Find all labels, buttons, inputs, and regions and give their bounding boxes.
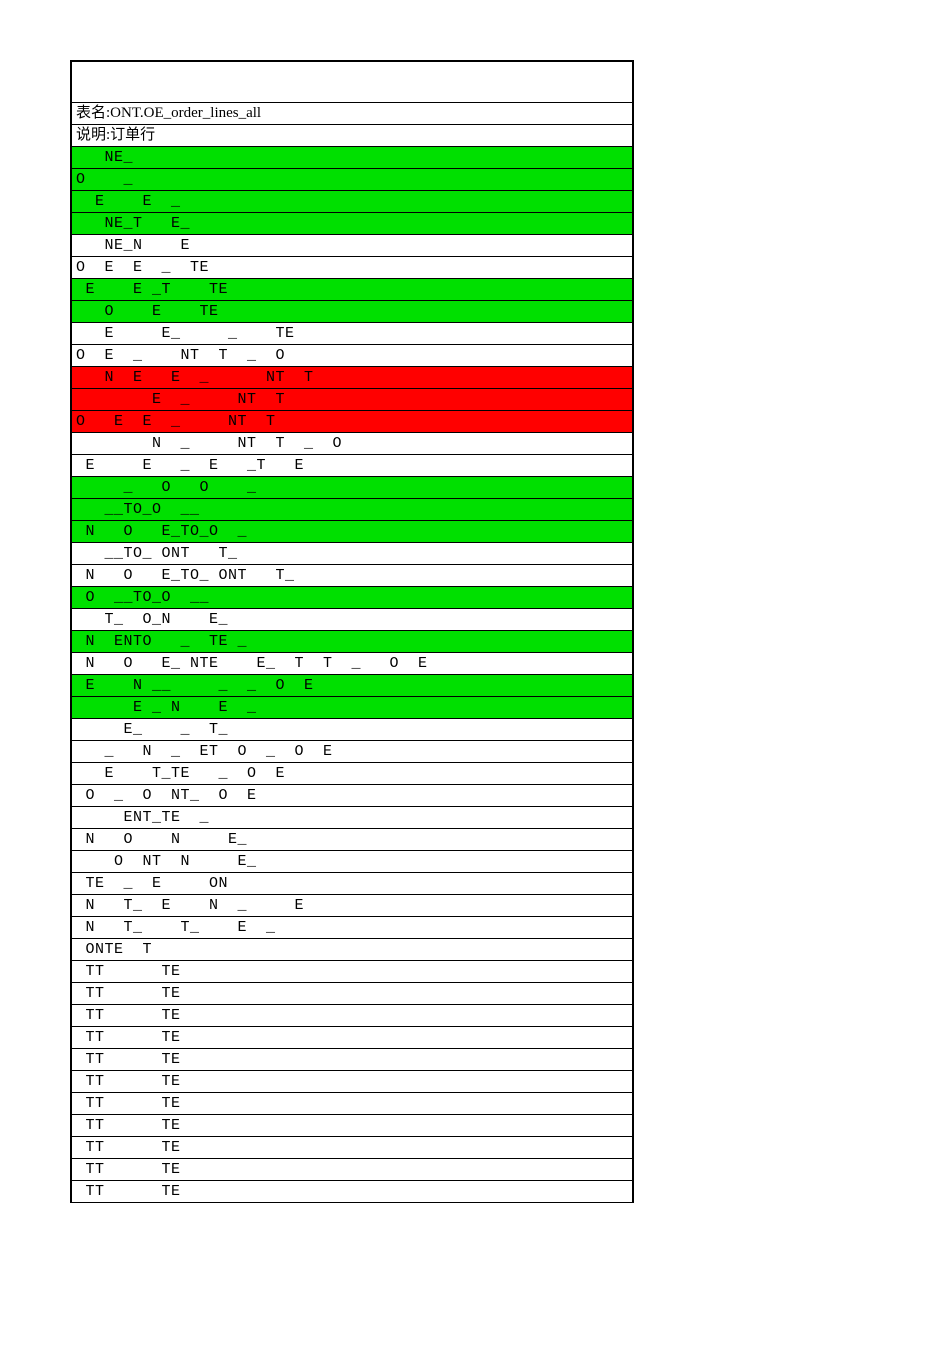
- table-row: E _ NT T: [72, 389, 632, 411]
- table-row: _ O O _: [72, 477, 632, 499]
- table-row: TT TE: [72, 1027, 632, 1049]
- table-row: N O E_ NTE E_ T T _ O E: [72, 653, 632, 675]
- table-row: O __TO_O __: [72, 587, 632, 609]
- table-row: E T_TE _ O E: [72, 763, 632, 785]
- table-row: N E E _ NT T: [72, 367, 632, 389]
- table-row: E N __ _ _ O E: [72, 675, 632, 697]
- schema-table: 表名:ONT.OE_order_lines_all 说明:订单行 NE_O _ …: [70, 60, 634, 1203]
- table-row: NE_: [72, 147, 632, 169]
- table-row: TT TE: [72, 1005, 632, 1027]
- table-row: N T_ E N _ E: [72, 895, 632, 917]
- table-row: E E_ _ TE: [72, 323, 632, 345]
- table-row: _ N _ ET O _ O E: [72, 741, 632, 763]
- table-row: TT TE: [72, 1181, 632, 1203]
- table-row: TT TE: [72, 1159, 632, 1181]
- table-row: E _ N E _: [72, 697, 632, 719]
- table-row: O E TE: [72, 301, 632, 323]
- table-row: O NT N E_: [72, 851, 632, 873]
- table-row: O E E _ NT T: [72, 411, 632, 433]
- table-row: NE_N E: [72, 235, 632, 257]
- table-row: TE _ E ON: [72, 873, 632, 895]
- table-row: TT TE: [72, 1115, 632, 1137]
- table-row: E_ _ T_: [72, 719, 632, 741]
- table-name-row: 表名:ONT.OE_order_lines_all: [72, 103, 632, 125]
- table-row: O E _ NT T _ O: [72, 345, 632, 367]
- table-row: TT TE: [72, 1049, 632, 1071]
- table-row: TT TE: [72, 983, 632, 1005]
- table-row: E E _T TE: [72, 279, 632, 301]
- table-row: N _ NT T _ O: [72, 433, 632, 455]
- rows-container: NE_O _ E E _ NE_T E_ NE_N EO E E _ TE E …: [72, 147, 632, 1203]
- table-row: NE_T E_: [72, 213, 632, 235]
- table-row: N T_ T_ E _: [72, 917, 632, 939]
- table-row: N ENTO _ TE _: [72, 631, 632, 653]
- table-row: N O N E_: [72, 829, 632, 851]
- table-row: __TO_O __: [72, 499, 632, 521]
- table-row: ENT_TE _: [72, 807, 632, 829]
- table-row: O _: [72, 169, 632, 191]
- table-row: N O E_TO_ ONT T_: [72, 565, 632, 587]
- table-row: __TO_ ONT T_: [72, 543, 632, 565]
- page: 表名:ONT.OE_order_lines_all 说明:订单行 NE_O _ …: [0, 0, 950, 1345]
- table-row: O _ O NT_ O E: [72, 785, 632, 807]
- table-row: TT TE: [72, 961, 632, 983]
- table-row: ONTE T: [72, 939, 632, 961]
- table-row: TT TE: [72, 1071, 632, 1093]
- table-row: N O E_TO_O _: [72, 521, 632, 543]
- table-row: TT TE: [72, 1137, 632, 1159]
- table-desc-row: 说明:订单行: [72, 125, 632, 147]
- table-row: E E _: [72, 191, 632, 213]
- table-row: E E _ E _T E: [72, 455, 632, 477]
- table-row: TT TE: [72, 1093, 632, 1115]
- table-row: T_ O_N E_: [72, 609, 632, 631]
- table-row: O E E _ TE: [72, 257, 632, 279]
- blank-row: [72, 62, 632, 103]
